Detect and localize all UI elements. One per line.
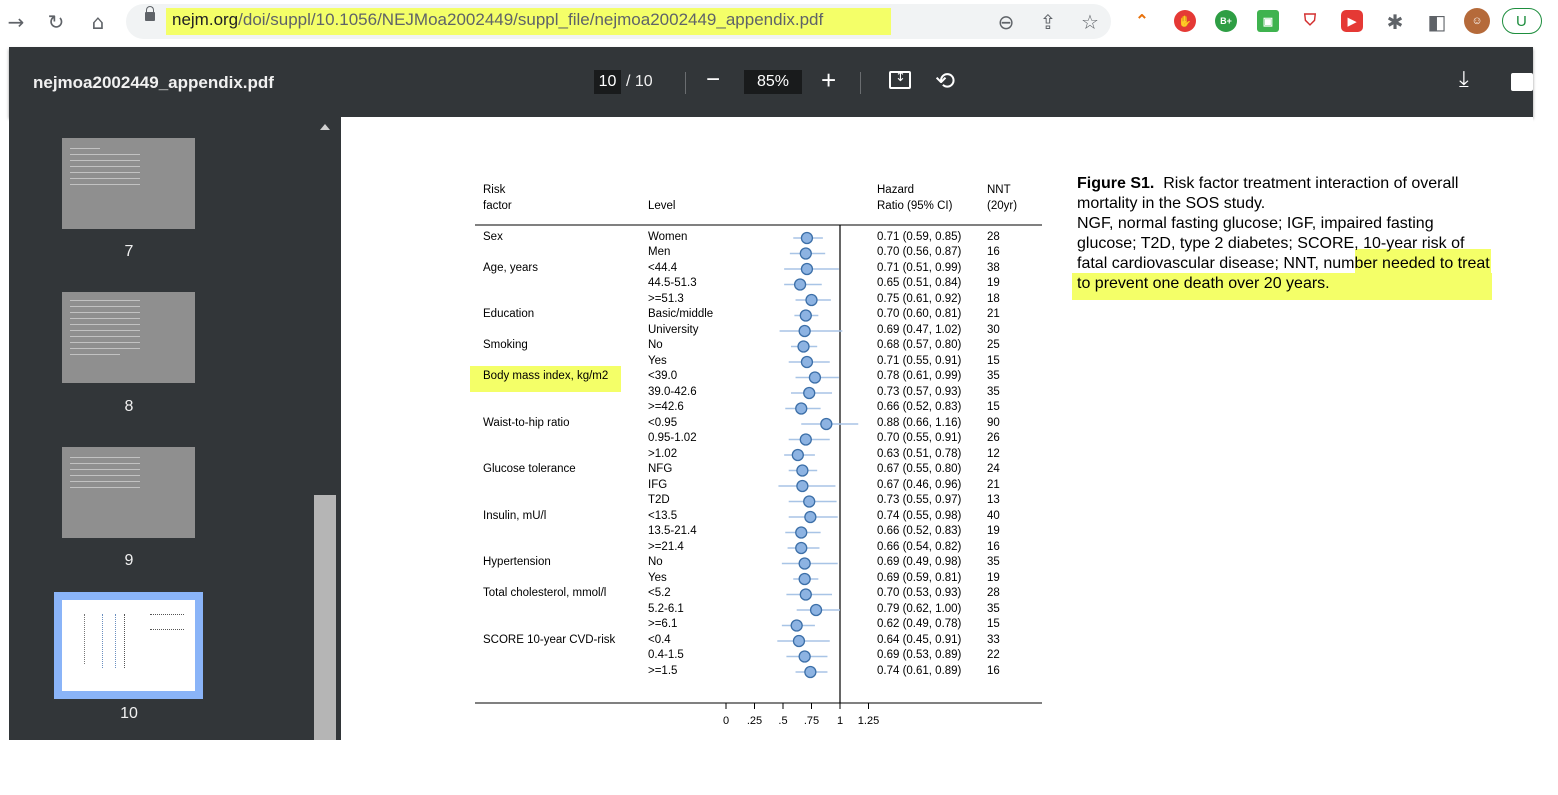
x-tick-label: 1.25: [858, 715, 879, 727]
hr-marker: [795, 526, 808, 539]
x-tick-label: .75: [804, 715, 819, 727]
hr-marker: [798, 572, 811, 586]
hr-marker: [804, 665, 817, 679]
hr-marker: [790, 619, 803, 632]
hr-marker: [797, 340, 810, 353]
hr-marker: [796, 479, 809, 493]
hr-marker: [808, 371, 822, 384]
x-tick-label: .5: [778, 715, 787, 727]
x-tick-label: .25: [747, 715, 762, 727]
hr-marker: [805, 293, 818, 307]
hr-marker: [791, 448, 804, 462]
hr-marker: [799, 247, 812, 260]
hr-marker: [800, 262, 814, 276]
hr-marker: [803, 386, 816, 400]
hr-marker: [793, 278, 807, 291]
hr-marker: [795, 541, 808, 555]
hr-marker: [800, 355, 814, 369]
hr-marker: [796, 464, 809, 477]
hr-marker: [809, 603, 823, 617]
hr-marker: [792, 634, 806, 648]
hr-marker: [798, 557, 811, 570]
hr-marker: [799, 309, 812, 322]
hr-marker: [798, 650, 811, 663]
hr-marker: [804, 510, 817, 524]
hr-marker: [800, 231, 814, 245]
x-tick-label: 1: [837, 715, 843, 727]
figure-caption: Figure S1. Risk factor treatment interac…: [1077, 174, 1497, 294]
hr-marker: [799, 433, 812, 446]
hr-marker: [820, 417, 833, 431]
hr-marker: [795, 402, 808, 415]
forest-plot: 0 .25 .5 .75 1 1.25: [475, 224, 1042, 727]
x-tick-label: 0: [723, 715, 729, 727]
hr-marker: [799, 588, 812, 601]
caption-title: Figure S1.: [1077, 175, 1155, 192]
hr-marker: [798, 324, 811, 338]
hr-marker: [803, 495, 816, 508]
